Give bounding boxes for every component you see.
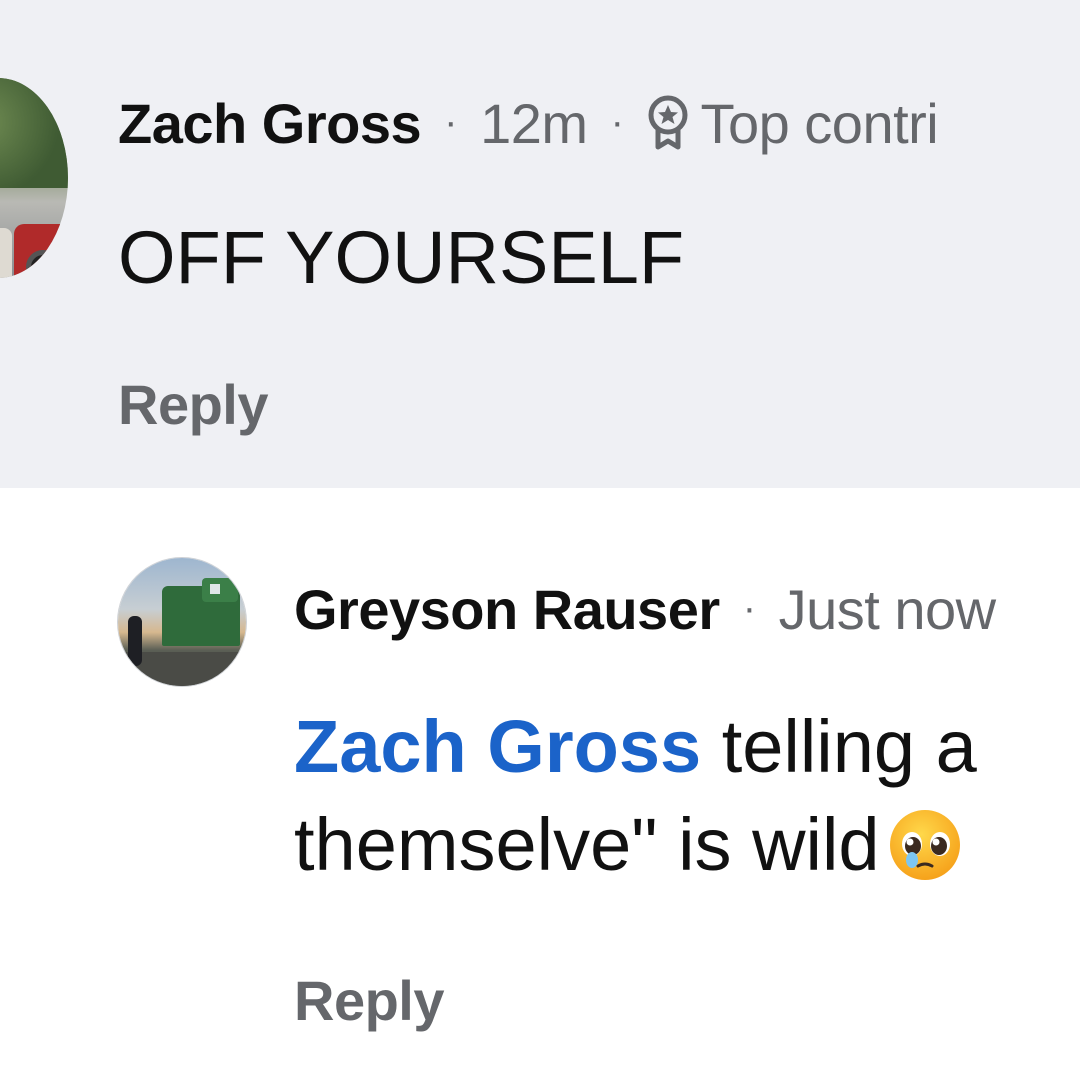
comment-text: OFF YOURSELF	[118, 216, 685, 299]
reply-button[interactable]: Reply	[118, 372, 269, 437]
avatar-photo-person	[128, 616, 142, 666]
comment-highlighted: Zach Gross · 12m · Top contri OFF YOURSE…	[0, 0, 1080, 488]
comment-text-fragment: telling a	[701, 705, 977, 788]
avatar-photo-background	[0, 78, 68, 188]
badge-label[interactable]: Top contri	[700, 92, 938, 155]
top-contributor-badge-icon	[646, 95, 690, 151]
avatar[interactable]	[118, 558, 246, 686]
comment-header: Greyson Rauser · Just now	[294, 574, 996, 644]
avatar[interactable]	[0, 78, 68, 278]
separator-dot: ·	[444, 100, 457, 144]
author-name[interactable]: Zach Gross	[118, 92, 422, 155]
separator-dot: ·	[610, 100, 624, 144]
timestamp[interactable]: 12m	[480, 92, 588, 155]
comment-text-line: Zach Gross telling a	[294, 698, 1080, 796]
comment-header: Zach Gross · 12m · Top contri	[118, 88, 939, 158]
reply-button[interactable]: Reply	[294, 968, 445, 1033]
author-name[interactable]: Greyson Rauser	[294, 578, 720, 641]
comment-text-fragment: themselve" is wild	[294, 803, 880, 886]
comment-text-line: themselve" is wild	[294, 796, 1080, 894]
avatar-photo-wheel	[26, 250, 60, 278]
avatar-photo-person	[0, 228, 12, 278]
avatar-photo-locomotive-cab	[202, 578, 238, 602]
pleading-face-emoji-icon	[888, 808, 962, 882]
mention-link[interactable]: Zach Gross	[294, 705, 701, 788]
separator-dot: ·	[742, 586, 756, 630]
timestamp[interactable]: Just now	[779, 578, 997, 641]
comment-text: Zach Gross telling a themselve" is wild	[294, 698, 1080, 894]
avatar-photo-window	[210, 584, 220, 594]
